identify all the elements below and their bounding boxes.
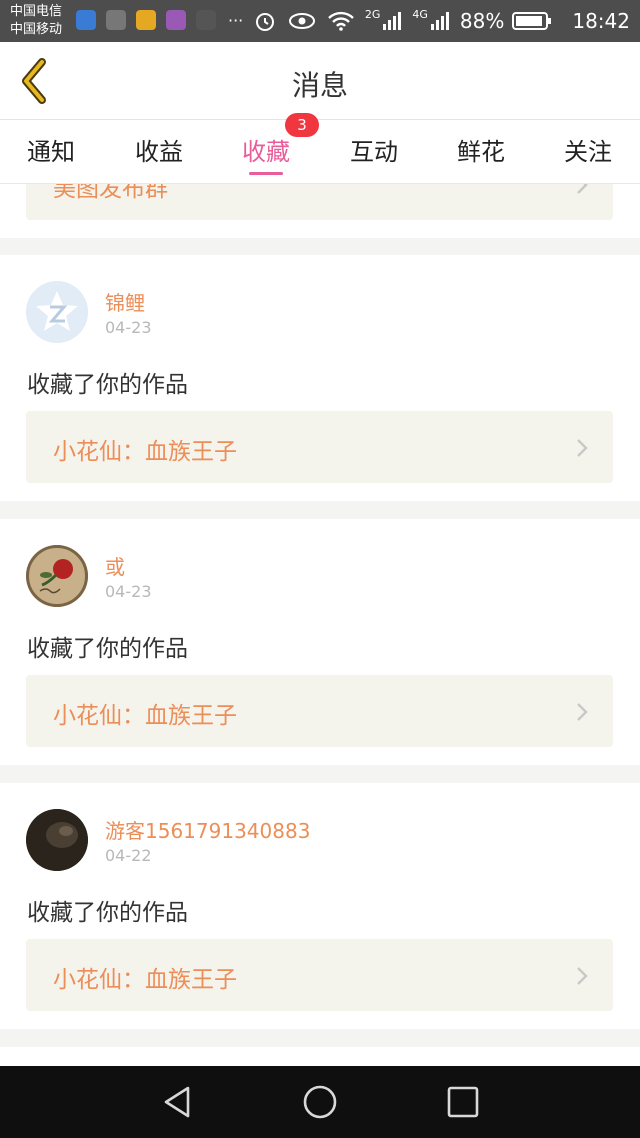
tab-flowers[interactable]: 鲜花: [436, 132, 526, 167]
back-triangle-icon[interactable]: [160, 1084, 196, 1120]
alarm-icon: [255, 13, 274, 31]
carrier-1: 中国电信: [10, 4, 63, 19]
carrier-info: 中国电信 中国移动: [10, 3, 62, 39]
unread-count-badge: 3: [285, 113, 319, 137]
tab-bar: 通知 收益 收藏 互动 鲜花 关注: [0, 120, 640, 184]
signal-bars-icon: [383, 12, 402, 30]
home-circle-icon[interactable]: [302, 1084, 338, 1120]
tab-notifications[interactable]: 通知: [6, 132, 96, 167]
system-nav-bar: [0, 1066, 640, 1138]
action-text: 收藏了你的作品: [27, 900, 188, 926]
action-text: 收藏了你的作品: [27, 372, 188, 398]
chevron-right-icon: [577, 967, 588, 985]
chevron-right-icon: [577, 703, 588, 721]
timestamp: 04-23: [105, 318, 152, 337]
username[interactable]: 锦鲤: [105, 287, 145, 316]
rose-avatar-image: [26, 545, 88, 607]
location-app-icon: [76, 10, 96, 30]
gallery-app-icon: [166, 10, 186, 30]
action-text: 收藏了你的作品: [27, 636, 188, 662]
game-app-icon: [106, 10, 126, 30]
work-title: 小花仙：血族王子: [53, 439, 237, 465]
battery-icon: [512, 12, 552, 30]
work-link[interactable]: 美图发布群: [26, 184, 613, 220]
username[interactable]: 游客1561791340883: [105, 815, 310, 844]
list-item: [0, 1047, 640, 1066]
wifi-icon: [327, 11, 354, 31]
work-title: 美图发布群: [53, 184, 168, 202]
chevron-right-icon: [577, 439, 588, 457]
message-list[interactable]: 美图发布群 锦鲤 04-23 收藏了你的作品 小花仙：血族王子 或 04-23 …: [0, 184, 640, 1066]
dark-avatar-image: [26, 809, 88, 871]
list-item: 锦鲤 04-23 收藏了你的作品 小花仙：血族王子: [0, 255, 640, 501]
clock: 18:42: [572, 9, 630, 33]
list-item: 或 04-23 收藏了你的作品 小花仙：血族王子: [0, 519, 640, 765]
network-4g-label: 4G: [412, 7, 428, 21]
list-item: 美图发布群: [0, 184, 640, 238]
tab-following[interactable]: 关注: [543, 132, 633, 167]
work-link[interactable]: 小花仙：血族王子: [26, 939, 613, 1011]
wallet-app-icon: [136, 10, 156, 30]
recents-square-icon[interactable]: [445, 1084, 481, 1120]
notification-icons: ···: [76, 10, 243, 30]
list-item: 游客1561791340883 04-22 收藏了你的作品 小花仙：血族王子: [0, 783, 640, 1029]
more-notifications-icon: ···: [228, 10, 244, 30]
username[interactable]: 或: [105, 551, 125, 580]
carrier-2: 中国移动: [10, 22, 63, 37]
nav-bar: 消息: [0, 42, 640, 120]
active-tab-indicator: [249, 172, 283, 175]
work-title: 小花仙：血族王子: [53, 703, 237, 729]
eye-comfort-icon: [288, 13, 315, 29]
status-bar: 中国电信 中国移动 ··· 2G 4G 88% 18:42: [0, 0, 640, 42]
tab-favorites[interactable]: 收藏: [221, 132, 311, 167]
avatar[interactable]: [26, 545, 88, 607]
default-avatar-icon: [26, 281, 88, 343]
network-2g-label: 2G: [364, 7, 381, 21]
avatar[interactable]: [26, 809, 88, 871]
signal-bars-icon: [430, 12, 449, 30]
tab-interactions[interactable]: 互动: [329, 132, 419, 167]
chevron-right-icon: [577, 184, 588, 194]
timestamp: 04-22: [105, 846, 152, 865]
battery-percent: 88%: [459, 9, 505, 33]
avatar[interactable]: [26, 281, 88, 343]
page-title: 消息: [291, 69, 348, 102]
work-link[interactable]: 小花仙：血族王子: [26, 411, 613, 483]
work-title: 小花仙：血族王子: [53, 967, 237, 993]
camera-app-icon: [196, 10, 216, 30]
tab-earnings[interactable]: 收益: [114, 132, 204, 167]
work-link[interactable]: 小花仙：血族王子: [26, 675, 613, 747]
timestamp: 04-23: [105, 582, 152, 601]
